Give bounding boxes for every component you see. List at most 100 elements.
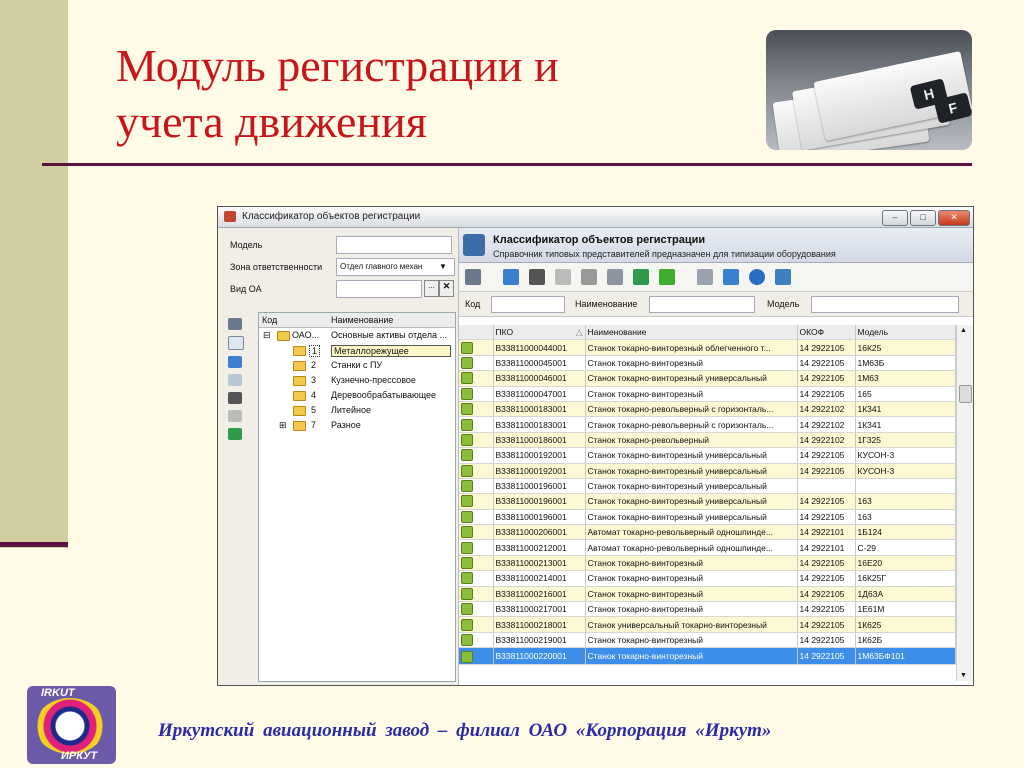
edit-icon[interactable] (228, 356, 242, 368)
table-row[interactable]: В33811000206001 Автомат токарно-револьвер… (459, 524, 956, 541)
row-icon-cell (459, 355, 494, 372)
pko-cell: В33811000186001 (493, 432, 586, 449)
expand-icon[interactable]: ⊞ (279, 420, 287, 431)
tree-node[interactable]: 1 Металлорежущее (259, 343, 455, 358)
browse-button[interactable]: ... (424, 280, 439, 297)
copy-icon[interactable] (228, 374, 242, 386)
chevron-down-icon[interactable]: ▼ (439, 262, 447, 271)
table-row[interactable]: В33811000046001 Станок токарно-винторезны… (459, 370, 956, 387)
table-row[interactable]: В33811000213001 Станок токарно-винторезны… (459, 555, 956, 572)
grid-col-okof[interactable]: ОКОФ (797, 325, 856, 341)
vertical-scrollbar[interactable]: ▲ ▼ (956, 325, 973, 681)
mail-icon[interactable] (723, 269, 739, 285)
save-icon[interactable] (607, 269, 623, 285)
pko-cell: В33811000206001 (493, 524, 586, 541)
register-object-icon (461, 356, 473, 369)
table-row[interactable]: В33811000183001 Станок токарно-револьверн… (459, 416, 956, 433)
table-row[interactable]: В33811000196001 Станок токарно-винторезны… (459, 509, 956, 526)
trash-icon[interactable] (529, 269, 545, 285)
tree-col-name[interactable]: Наименование (331, 315, 393, 325)
clear-button[interactable]: ✕ (439, 280, 454, 297)
table-row[interactable]: В33811000047001 Станок токарно-винторезны… (459, 386, 956, 402)
scroll-thumb[interactable] (959, 385, 972, 403)
refresh-icon[interactable] (228, 428, 242, 440)
model-cell: 1К625 (855, 616, 956, 633)
okof-cell: 14 2922105 (797, 632, 856, 649)
table-row[interactable]: В33811000044001 Станок токарно-винторезны… (459, 339, 956, 356)
zone-select[interactable]: Отдел главного механ (336, 258, 455, 276)
model-input[interactable] (336, 236, 452, 254)
register-object-icon (461, 634, 473, 646)
table-row[interactable]: В33811000186001 Станок токарно-револьверн… (459, 432, 956, 449)
name-cell: Станок токарно-винторезный универсальный (585, 493, 798, 510)
tree-node[interactable]: 4 Деревообрабатывающее (259, 388, 455, 403)
okof-cell: 14 2922105 (797, 647, 856, 666)
sidebar-rule (0, 542, 68, 547)
table-row[interactable]: В33811000196001 Станок токарно-винторезны… (459, 478, 956, 495)
table-row[interactable]: В33811000183001 Станок токарно-револьверн… (459, 401, 956, 418)
help-icon[interactable] (749, 269, 765, 285)
tools-icon[interactable] (465, 269, 481, 285)
row-icon-cell (459, 616, 494, 633)
tree-node[interactable]: 2 Станки с ПУ (259, 358, 455, 373)
scroll-down-icon[interactable]: ▼ (960, 672, 967, 679)
grid-col-model[interactable]: Модель (855, 325, 956, 341)
filter-bar: Код Наименование Модель (459, 292, 973, 317)
table-row[interactable]: В33811000218001 Станок универсальный тока… (459, 616, 956, 633)
table-row[interactable]: В33811000216001 Станок токарно-винторезны… (459, 586, 956, 603)
edit-icon[interactable] (503, 269, 519, 285)
tree-code: 5 (311, 405, 317, 415)
pko-cell: В33811000214001 (493, 570, 586, 587)
grid-col-pko[interactable]: ПКО △ (493, 325, 586, 341)
pko-cell: В33811000217001 (493, 601, 586, 618)
maximize-button[interactable]: □ (910, 210, 936, 226)
table-row[interactable]: В33811000045001 Станок токарно-винторезны… (459, 355, 956, 372)
collapse-icon[interactable]: ⊟ (263, 330, 271, 341)
scroll-up-icon[interactable]: ▲ (960, 327, 967, 334)
register-object-icon (461, 387, 473, 400)
tree-node[interactable]: ⊞ 7 Разное (259, 418, 455, 433)
grid-col-name[interactable]: Наименование (585, 325, 798, 341)
table-row[interactable]: В33811000217001 Станок токарно-винторезны… (459, 601, 956, 618)
close-button[interactable]: ✕ (938, 210, 970, 226)
minimize-button[interactable]: – (882, 210, 908, 226)
tree-code: 2 (311, 360, 317, 370)
table-row[interactable]: В33811000212001 Автомат токарно-револьвер… (459, 539, 956, 556)
tree-col-code[interactable]: Код (262, 315, 277, 325)
row-icon-cell (459, 432, 494, 449)
print-icon[interactable] (697, 269, 713, 285)
okof-cell: 14 2922101 (797, 539, 856, 556)
folder-icon (293, 421, 306, 431)
tree-node[interactable]: 5 Литейное (259, 403, 455, 418)
table-row[interactable]: В33811000214001 Станок токарно-винторезны… (459, 570, 956, 587)
tools-icon[interactable] (228, 318, 242, 330)
filter-code-input[interactable] (491, 296, 565, 313)
tree-node-root[interactable]: ⊟ ОАО... Основные активы отдела ... (259, 328, 455, 343)
name-cell: Станок токарно-винторезный (585, 570, 798, 587)
title-rule (42, 163, 972, 166)
oa-type-input[interactable] (336, 280, 422, 298)
filter-name-input[interactable] (649, 296, 755, 313)
new-document-icon[interactable] (228, 336, 244, 350)
tree-node[interactable]: 3 Кузнечно-прессовое (259, 373, 455, 388)
register-object-icon (461, 572, 473, 585)
filter-model-input[interactable] (811, 296, 959, 313)
table-row[interactable]: В33811000192001 Станок токарно-винторезны… (459, 463, 956, 479)
refresh-icon[interactable] (633, 269, 649, 285)
name-cell: Станок токарно-револьверный (585, 432, 798, 449)
cancel-icon[interactable] (555, 269, 571, 285)
name-cell: Станок токарно-винторезный (585, 586, 798, 603)
table-row[interactable]: В33811000192001 Станок токарно-винторезны… (459, 447, 956, 464)
trash-icon[interactable] (228, 392, 242, 404)
name-cell: Станок токарно-винторезный универсальный (585, 463, 798, 479)
table-row[interactable]: В33811000220001 Станок токарно-винторезны… (459, 647, 956, 666)
close-icon[interactable] (581, 269, 597, 285)
filter-icon[interactable] (659, 269, 675, 285)
exit-icon[interactable] (775, 269, 791, 285)
model-field-row: Модель (224, 236, 454, 254)
table-row[interactable]: В33811000219001 Станок токарно-винторезны… (459, 632, 956, 649)
folder-icon (293, 346, 306, 356)
cancel-icon[interactable] (228, 410, 242, 422)
tree-code: 1 (309, 345, 321, 357)
table-row[interactable]: В33811000196001 Станок токарно-винторезны… (459, 493, 956, 510)
